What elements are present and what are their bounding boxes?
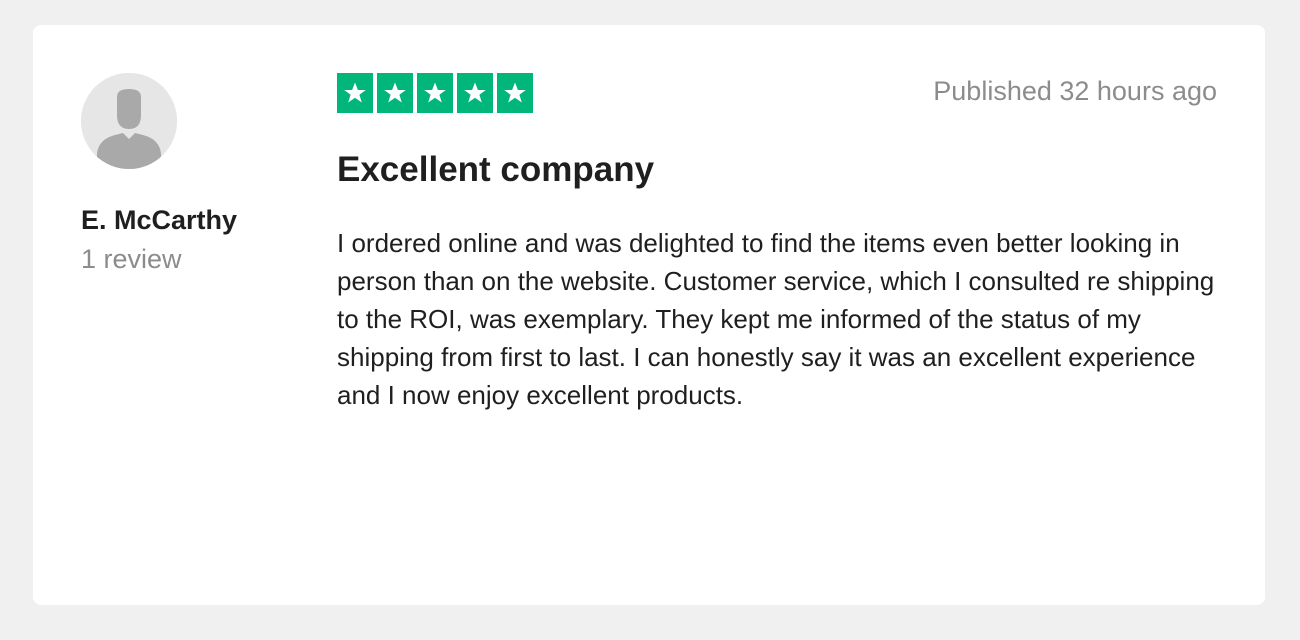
reviewer-name[interactable]: E. McCarthy bbox=[81, 205, 237, 236]
star-icon bbox=[504, 82, 526, 103]
star-box bbox=[377, 73, 413, 113]
star-icon bbox=[344, 82, 366, 103]
review-card: E. McCarthy 1 review Published 32 hours … bbox=[33, 25, 1265, 605]
star-box bbox=[457, 73, 493, 113]
star-box bbox=[417, 73, 453, 113]
star-rating bbox=[337, 73, 533, 113]
published-date: Published 32 hours ago bbox=[933, 76, 1217, 106]
star-icon bbox=[464, 82, 486, 103]
star-icon bbox=[424, 82, 446, 103]
avatar[interactable] bbox=[81, 73, 177, 169]
star-box bbox=[497, 73, 533, 113]
person-silhouette-icon bbox=[81, 73, 177, 169]
star-box bbox=[337, 73, 373, 113]
review-body: I ordered online and was delighted to fi… bbox=[337, 228, 1215, 410]
review-title[interactable]: Excellent company bbox=[337, 150, 654, 190]
reviewer-review-count: 1 review bbox=[81, 244, 182, 274]
star-icon bbox=[384, 82, 406, 103]
